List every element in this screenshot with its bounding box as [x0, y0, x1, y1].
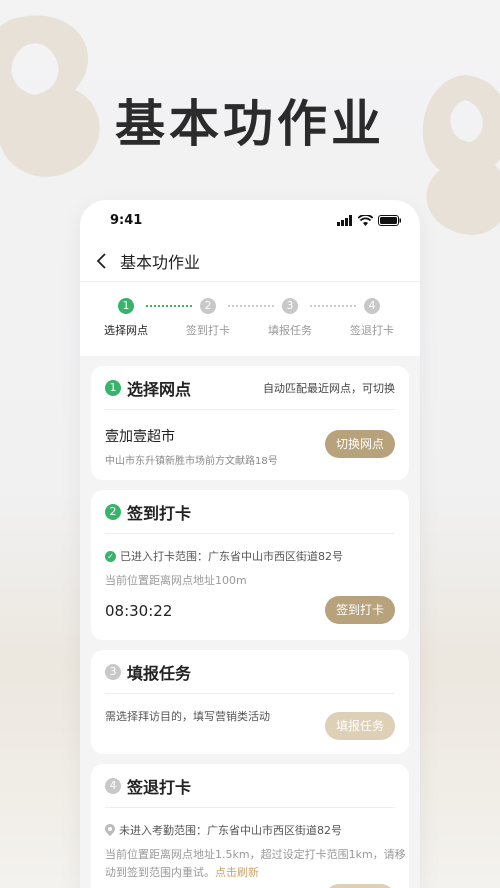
chevron-left-icon: [96, 252, 106, 269]
card-hint: 自动匹配最近网点，可切换: [263, 381, 395, 395]
step-label: 选择网点: [104, 324, 148, 337]
step-label: 签退打卡: [350, 324, 394, 337]
nav-bar: 基本功作业: [80, 240, 420, 282]
step-4: 4 签退打卡: [342, 298, 402, 338]
step-number: 2: [200, 298, 216, 314]
status-time: 9:41: [110, 212, 143, 228]
signal-icon: [337, 214, 352, 226]
report-task-button[interactable]: 填报任务: [325, 712, 395, 740]
step-number: 3: [282, 298, 298, 314]
step-label: 签到打卡: [186, 324, 230, 337]
step-badge: 1: [105, 379, 121, 396]
step-1: 1 选择网点: [96, 298, 156, 338]
hero-title: 基本功作业: [115, 95, 385, 153]
card-title: 签到打卡: [127, 503, 192, 523]
card-check-in: 2 签到打卡 ✓ 已进入打卡范围：广东省中山市西区街道82号 当前位置距离网点地…: [91, 490, 409, 640]
store-address: 中山市东升镇新胜市场前方文献路18号: [105, 456, 278, 467]
step-badge: 3: [105, 663, 121, 680]
card-title: 签退打卡: [127, 777, 192, 797]
step-number: 1: [118, 298, 134, 314]
wifi-icon: [358, 214, 373, 226]
page-title: 基本功作业: [120, 252, 201, 272]
check-circle-icon: ✓: [105, 550, 116, 562]
card-title: 选择网点: [127, 379, 192, 399]
step-3: 3 填报任务: [260, 298, 320, 338]
task-description: 需选择拜访目的，填写营销类活动: [105, 710, 270, 723]
checkout-desc-line2: 动到签到范围内重试。: [105, 866, 215, 879]
distance-text: 当前位置距离网点地址100m: [105, 574, 247, 587]
step-number: 4: [364, 298, 380, 314]
checkin-status: 已进入打卡范围：广东省中山市西区街道82号: [120, 550, 343, 563]
step-label: 填报任务: [268, 324, 312, 337]
card-check-out: 4 签退打卡 未进入考勤范围：广东省中山市西区街道82号 当前位置距离网点地址1…: [91, 764, 409, 888]
store-name: 壹加壹超市: [105, 429, 175, 445]
checkout-desc-line1: 当前位置距离网点地址1.5km，超过设定打卡范围1km，请移: [105, 848, 406, 861]
phone-frame: 9:41 基本功作业 1 选择网点 2 签到打卡 3 填报任务 4 签退打卡 1…: [80, 200, 420, 888]
card-title: 填报任务: [127, 663, 192, 683]
checkout-status: 未进入考勤范围：广东省中山市西区街道82号: [119, 824, 342, 837]
step-indicator: 1 选择网点 2 签到打卡 3 填报任务 4 签退打卡: [80, 282, 420, 356]
step-badge: 4: [105, 777, 121, 794]
back-button[interactable]: [92, 251, 112, 271]
battery-icon: [378, 214, 401, 226]
card-select-outlet: 1 选择网点 自动匹配最近网点，可切换 壹加壹超市 中山市东升镇新胜市场前方文献…: [91, 366, 409, 480]
switch-outlet-button[interactable]: 切换网点: [325, 430, 395, 458]
check-out-button[interactable]: [325, 884, 395, 888]
step-2: 2 签到打卡: [178, 298, 238, 338]
checkin-time: 08:30:22: [105, 602, 173, 620]
status-bar: 9:41: [80, 200, 420, 240]
refresh-link[interactable]: 点击刷新: [215, 866, 259, 879]
step-badge: 2: [105, 503, 121, 520]
location-pin-icon: [105, 824, 115, 836]
check-in-button[interactable]: 签到打卡: [325, 596, 395, 624]
card-report-task: 3 填报任务 需选择拜访目的，填写营销类活动 填报任务: [91, 650, 409, 754]
